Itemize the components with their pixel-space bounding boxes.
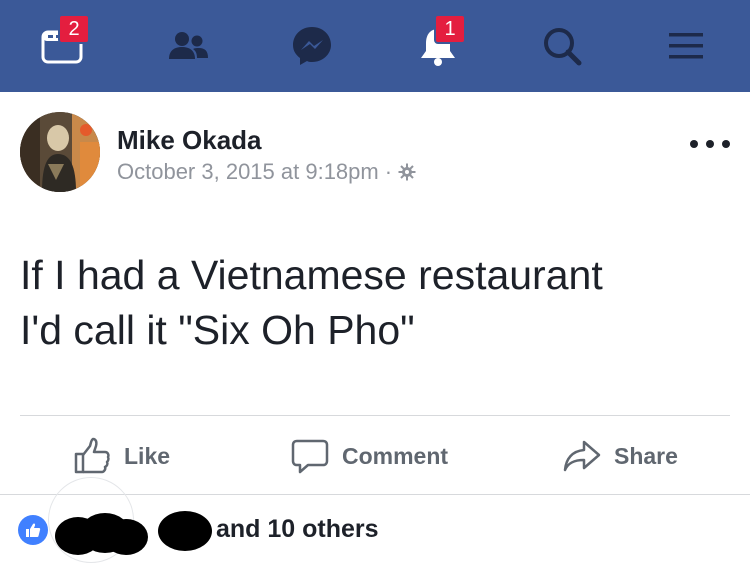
like-label: Like — [124, 442, 171, 469]
menu-icon — [669, 33, 703, 59]
friends-icon — [169, 32, 208, 59]
share-icon — [563, 440, 601, 472]
friends-button[interactable] — [164, 22, 212, 70]
notifications-button[interactable]: 1 — [414, 14, 466, 70]
post-meta: October 3, 2015 at 9:18pm · — [117, 159, 416, 185]
search-button[interactable] — [538, 22, 586, 70]
redacted-name — [104, 519, 148, 555]
more-dot-icon — [722, 140, 730, 148]
reactions-summary[interactable]: and 10 others — [0, 495, 750, 563]
post-header: Mike Okada October 3, 2015 at 9:18pm · — [0, 92, 750, 202]
reactions-summary-text: and 10 others — [216, 515, 379, 543]
top-nav-bar: 2 1 — [0, 0, 750, 92]
like-reaction-icon — [18, 515, 48, 545]
post-text: If I had a Vietnamese restaurant I'd cal… — [20, 252, 603, 353]
menu-button[interactable] — [662, 22, 710, 70]
meta-separator: · — [384, 159, 393, 184]
search-icon — [544, 28, 582, 66]
more-options-button[interactable] — [690, 132, 730, 156]
share-label: Share — [614, 442, 678, 469]
author-name[interactable]: Mike Okada — [117, 125, 262, 156]
messenger-icon — [293, 27, 331, 65]
post-timestamp[interactable]: October 3, 2015 at 9:18pm — [117, 159, 379, 185]
more-dot-icon — [690, 140, 698, 148]
more-dot-icon — [706, 140, 714, 148]
news-feed-badge: 2 — [58, 14, 90, 44]
comment-icon — [291, 439, 329, 474]
comment-button[interactable]: Comment — [290, 436, 448, 476]
comment-label: Comment — [342, 442, 449, 469]
profile-photo — [20, 112, 100, 192]
thumbs-up-icon — [74, 437, 110, 474]
messenger-button[interactable] — [288, 22, 336, 70]
share-button[interactable]: Share — [562, 436, 678, 476]
notifications-badge: 1 — [434, 14, 466, 44]
news-feed-button[interactable]: 2 — [38, 14, 90, 70]
redacted-name — [158, 511, 212, 551]
avatar[interactable] — [20, 112, 100, 192]
gear-icon — [398, 163, 416, 181]
like-button[interactable]: Like — [72, 436, 170, 476]
